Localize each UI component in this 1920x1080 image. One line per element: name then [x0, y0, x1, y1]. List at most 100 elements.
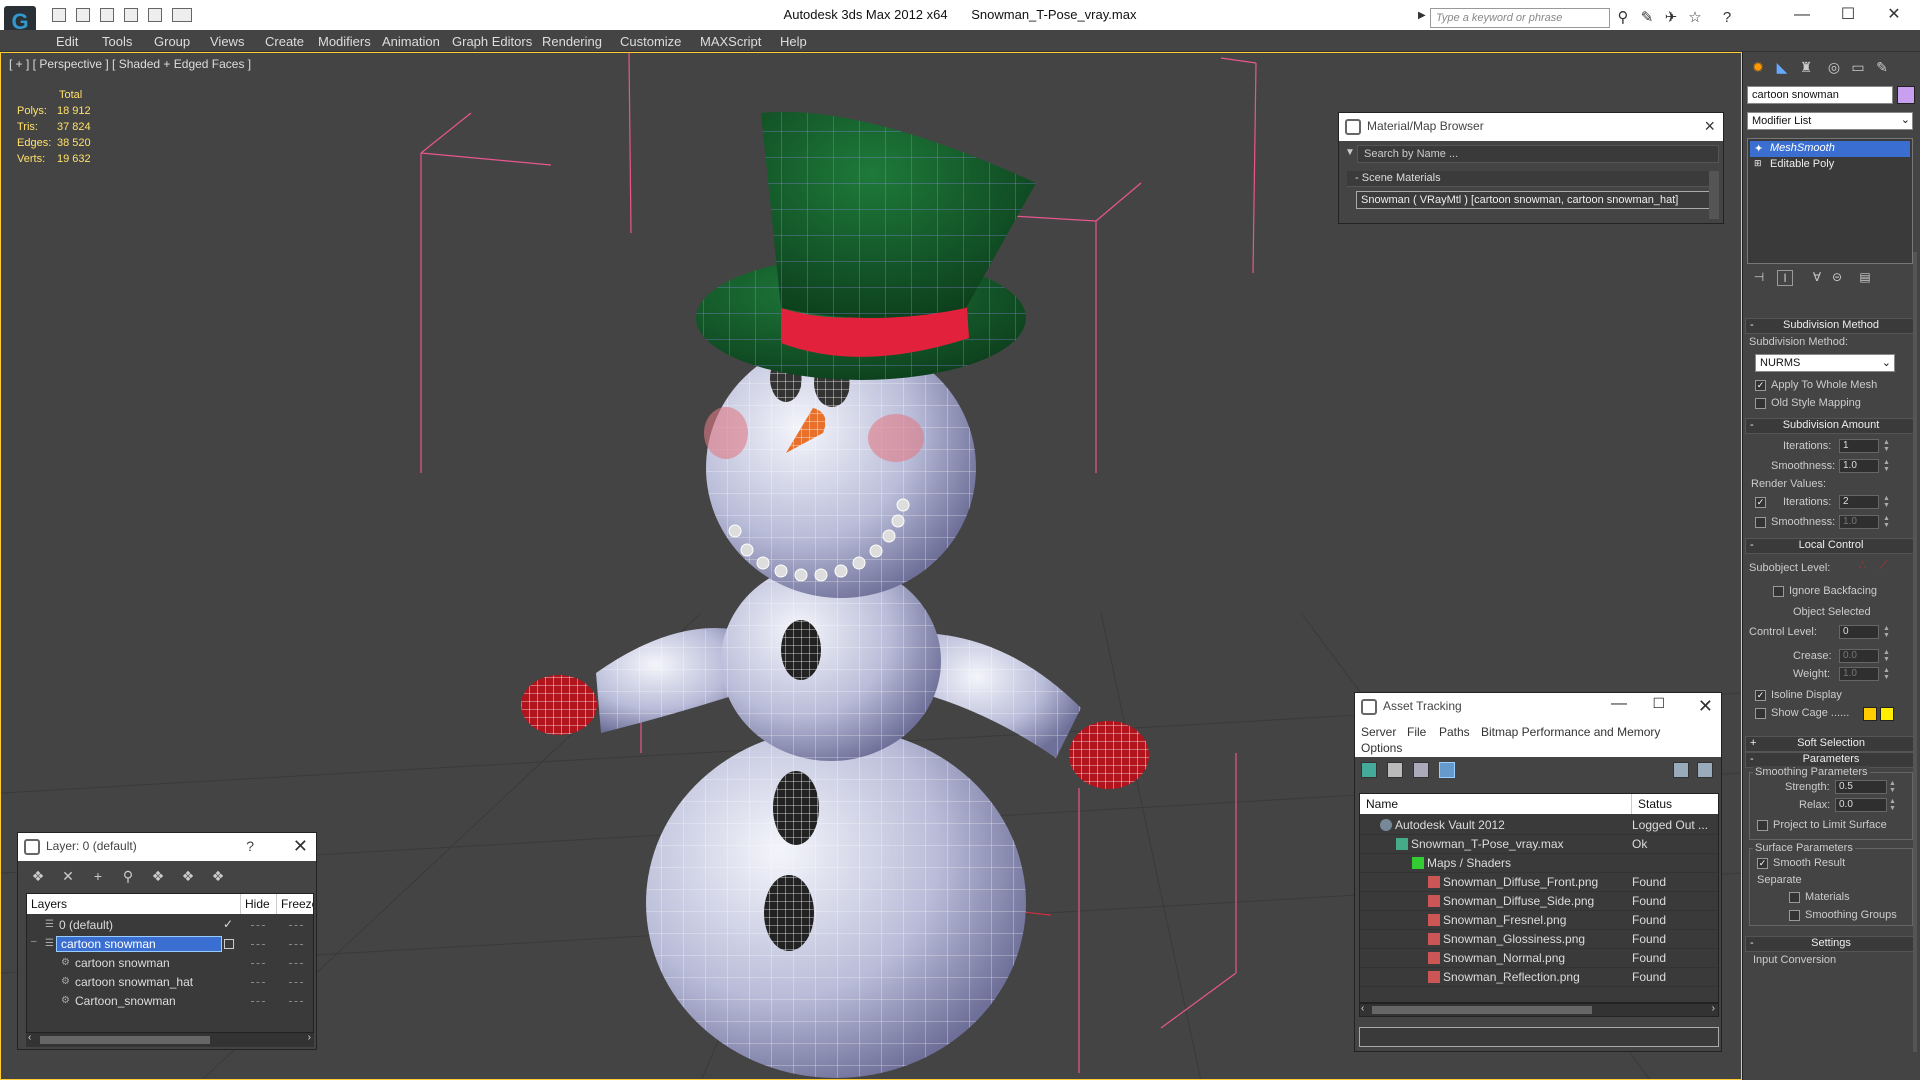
relax-spinner[interactable]: 0.0 [1835, 798, 1887, 812]
ignore-backfacing-checkbox[interactable] [1773, 586, 1784, 597]
menu-views[interactable]: Views [210, 34, 244, 49]
table-row[interactable]: Maps / Shaders [1360, 854, 1718, 873]
menu-edit[interactable]: Edit [56, 34, 78, 49]
show-cage-checkbox[interactable] [1755, 708, 1766, 719]
menu-create[interactable]: Create [265, 34, 304, 49]
binoculars-icon[interactable]: ⚲ [1614, 9, 1632, 27]
scroll-thumb[interactable] [1372, 1006, 1592, 1014]
stack-item-meshsmooth[interactable]: ✦ MeshSmooth [1750, 141, 1910, 157]
help-icon[interactable] [1673, 762, 1689, 778]
expand-icon[interactable]: ⊞ [1754, 158, 1762, 169]
spinner-arrows-icon[interactable]: ▲ ▼ [1883, 625, 1891, 639]
render-iterations-spinner[interactable]: 2 [1839, 495, 1879, 509]
material-scrollbar[interactable] [1709, 171, 1719, 219]
freeze-toggle[interactable] [289, 963, 303, 965]
separate-materials-checkbox[interactable] [1789, 892, 1800, 903]
snowman-bottom-ball[interactable] [646, 728, 1026, 1078]
column-status[interactable]: Status [1632, 794, 1718, 814]
stack-item-editable-poly[interactable]: ⊞ Editable Poly [1750, 157, 1910, 173]
snowman-right-arm[interactable] [921, 633, 1149, 789]
close-icon[interactable]: ✕ [1698, 696, 1713, 717]
asset-menu-paths[interactable]: Paths [1439, 725, 1470, 739]
pin-stack-icon[interactable]: ⊣ [1751, 270, 1767, 286]
spinner-arrows-icon[interactable]: ▲ ▼ [1889, 780, 1897, 794]
help-icon[interactable]: ? [1718, 9, 1736, 27]
menu-group[interactable]: Group [154, 34, 190, 49]
freeze-toggle[interactable] [289, 944, 303, 946]
asset-menu-bitmap-performance[interactable]: Bitmap Performance and Memory [1481, 725, 1660, 739]
hide-toggle[interactable] [251, 944, 265, 946]
scroll-left-icon[interactable]: ‹ [28, 1032, 31, 1043]
freeze-all-icon[interactable]: ❖ [210, 868, 226, 884]
asset-menu-server[interactable]: Server [1361, 725, 1396, 739]
minimize-icon[interactable]: — [1611, 695, 1627, 713]
apply-whole-mesh-checkbox[interactable]: ✓ [1755, 380, 1766, 391]
table-row[interactable]: Snowman_Fresnel.png Found [1360, 911, 1718, 930]
close-icon[interactable]: ✕ [293, 836, 308, 857]
collapse-icon[interactable]: – [31, 936, 37, 947]
hide-toggle[interactable] [251, 1001, 265, 1003]
options-icon[interactable] [1697, 762, 1713, 778]
spinner-arrows-icon[interactable]: ▲ ▼ [1889, 798, 1897, 812]
layer-row[interactable]: ⚙ cartoon snowman_hat [27, 973, 313, 992]
show-end-result-icon[interactable]: I [1777, 270, 1793, 286]
column-layers[interactable]: Layers [27, 894, 241, 914]
scene-materials-section[interactable]: - Scene Materials [1347, 171, 1719, 187]
table-row[interactable]: Snowman_Diffuse_Side.png Found [1360, 892, 1718, 911]
strength-spinner[interactable]: 0.5 [1835, 780, 1887, 794]
vertex-subobject-icon[interactable]: ∴ [1859, 558, 1867, 572]
menu-graph-editors[interactable]: Graph Editors [452, 34, 532, 49]
menu-animation[interactable]: Animation [382, 34, 440, 49]
isoline-display-checkbox[interactable]: ✓ [1755, 690, 1766, 701]
crease-spinner[interactable]: 0.0 [1839, 649, 1879, 663]
modify-tab-icon[interactable]: ◣ [1771, 56, 1793, 78]
render-smoothness-checkbox[interactable] [1755, 517, 1766, 528]
rollout-subdivision-method[interactable]: - Subdivision Method [1745, 318, 1917, 334]
table-row[interactable]: Snowman_Diffuse_Front.png Found [1360, 873, 1718, 892]
old-style-mapping-checkbox[interactable] [1755, 398, 1766, 409]
layer-row[interactable]: ☰ 0 (default) ✓ [27, 916, 313, 935]
utilities-tab-icon[interactable]: ✎ [1871, 56, 1893, 78]
smooth-result-checkbox[interactable]: ✓ [1757, 858, 1768, 869]
smoothness-spinner[interactable]: 1.0 [1839, 459, 1879, 473]
control-level-spinner[interactable]: 0 [1839, 625, 1879, 639]
scroll-left-icon[interactable]: ‹ [1361, 1003, 1364, 1014]
menu-rendering[interactable]: Rendering [542, 34, 602, 49]
rollout-local-control[interactable]: - Local Control [1745, 538, 1917, 554]
subdivision-method-select[interactable]: NURMS ⌄ [1755, 354, 1895, 372]
command-panel-scrollbar[interactable] [1913, 252, 1917, 1052]
scroll-right-icon[interactable]: › [1712, 1003, 1715, 1014]
table-row[interactable]: Snowman_Glossiness.png Found [1360, 930, 1718, 949]
make-unique-icon[interactable]: ∀ [1809, 270, 1825, 286]
menu-tools[interactable]: Tools [102, 34, 132, 49]
rollout-subdivision-amount[interactable]: - Subdivision Amount [1745, 418, 1917, 434]
material-item[interactable]: Snowman ( VRayMtl ) [cartoon snowman, ca… [1356, 191, 1710, 209]
list-view-icon[interactable] [1387, 762, 1403, 778]
layer-row[interactable]: – ☰ cartoon snowman [27, 935, 313, 954]
freeze-toggle[interactable] [289, 925, 303, 927]
hide-all-icon[interactable]: ❖ [180, 868, 196, 884]
object-name-field[interactable]: cartoon snowman [1747, 86, 1893, 104]
spinner-arrows-icon[interactable]: ▲ ▼ [1883, 459, 1891, 473]
close-icon[interactable]: × [1704, 116, 1715, 137]
delete-layer-icon[interactable]: ✕ [60, 868, 76, 884]
table-row[interactable]: Snowman_Normal.png Found [1360, 949, 1718, 968]
active-layer-check-icon[interactable]: ✓ [223, 917, 233, 931]
material-browser-title[interactable]: Material/Map Browser × [1339, 113, 1723, 141]
table-row[interactable]: Autodesk Vault 2012 Logged Out ... [1360, 816, 1718, 835]
iterations-spinner[interactable]: 1 [1839, 439, 1879, 453]
highlight-layer-icon[interactable]: ❖ [150, 868, 166, 884]
column-freeze[interactable]: Freeze [277, 894, 313, 914]
create-layer-icon[interactable]: ❖ [30, 868, 46, 884]
menu-customize[interactable]: Customize [620, 34, 681, 49]
search-options-icon[interactable]: ▼ [1345, 147, 1355, 158]
render-iterations-checkbox[interactable]: ✓ [1755, 497, 1766, 508]
render-smoothness-spinner[interactable]: 1.0 [1839, 515, 1879, 529]
spinner-arrows-icon[interactable]: ▲ ▼ [1883, 515, 1891, 529]
hierarchy-tab-icon[interactable]: ♜ [1795, 56, 1817, 78]
scroll-right-icon[interactable]: › [308, 1032, 311, 1043]
spinner-arrows-icon[interactable]: ▲ ▼ [1883, 439, 1891, 453]
spinner-arrows-icon[interactable]: ▲ ▼ [1883, 649, 1891, 663]
snowman-top-hat[interactable] [696, 111, 1036, 380]
subscription-icon[interactable]: ✎ [1638, 9, 1656, 27]
